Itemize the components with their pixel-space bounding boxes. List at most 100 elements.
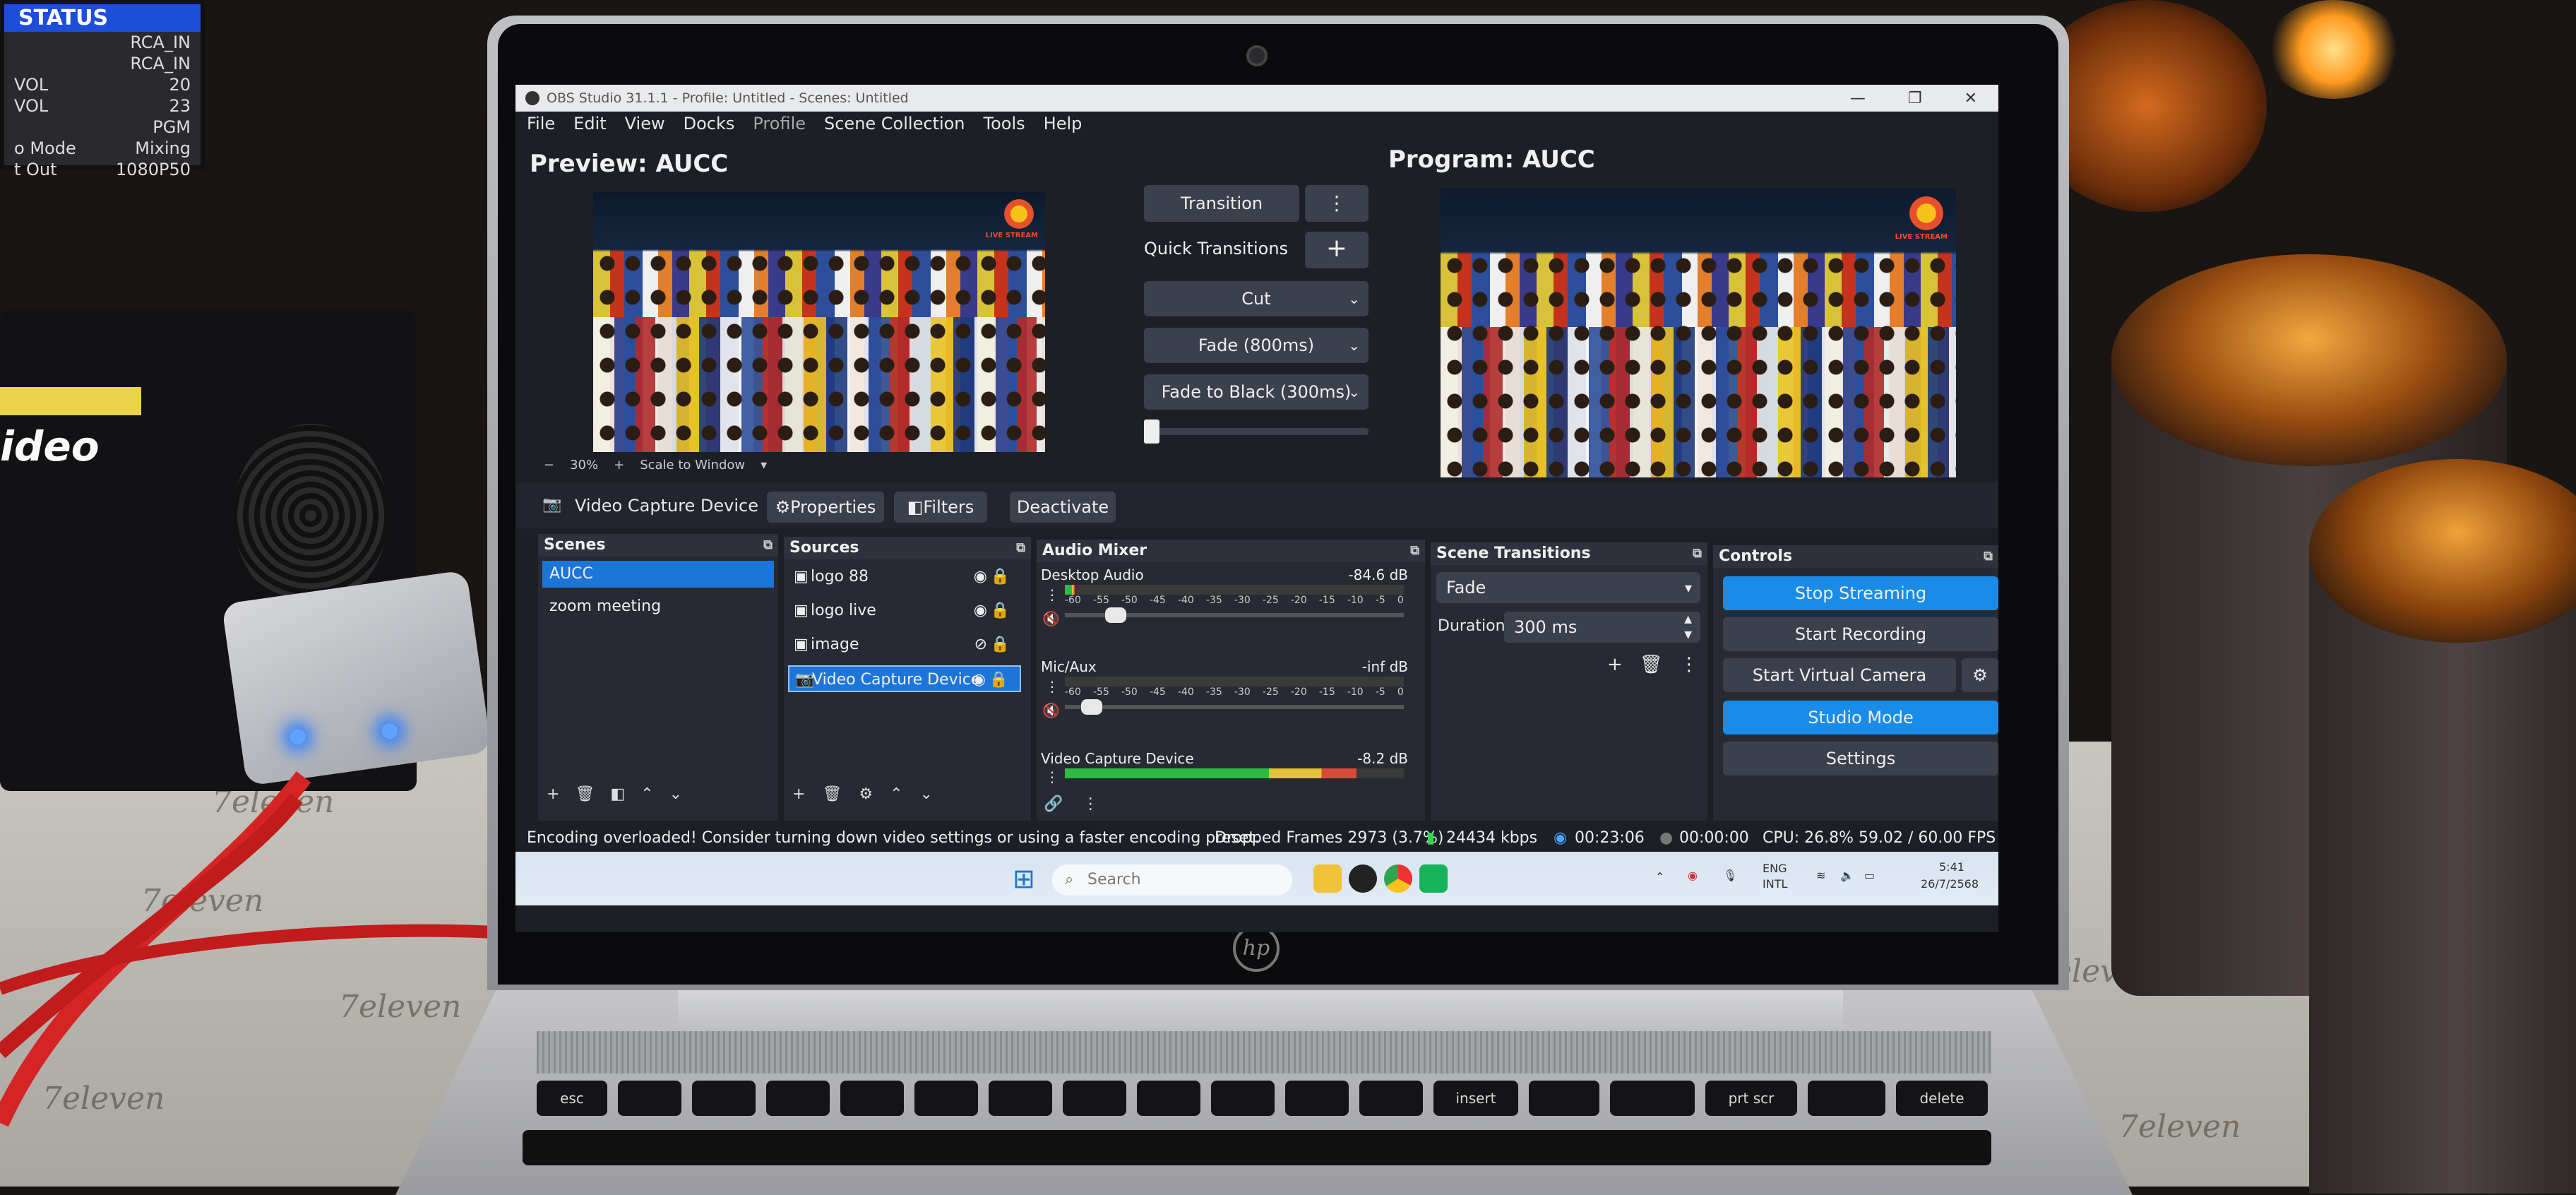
key[interactable] [1063,1081,1126,1116]
preview-canvas[interactable]: LIVE STREAM [593,192,1045,452]
key-prt-scr[interactable]: prt scr [1705,1081,1797,1116]
more-icon[interactable]: ⋮ [1305,185,1368,222]
add-transition-button[interactable]: + [1305,232,1368,268]
more-icon[interactable]: ⋮ [1045,768,1059,785]
key-delete[interactable]: delete [1896,1081,1988,1116]
microphone-icon[interactable]: 🎙 [1723,869,1737,882]
zoom-out-icon[interactable]: − [544,458,554,472]
key[interactable] [1808,1081,1885,1116]
source-item[interactable]: ▣ image ⊘ 🔒 [788,631,1021,658]
eye-icon[interactable]: ◉ [974,598,987,624]
obs-tray-icon[interactable]: ◉ [1688,869,1698,882]
source-item-selected[interactable]: 📷Video Capture Device ◉ 🔒 [788,665,1021,692]
lock-icon[interactable]: 🔒 [991,564,1010,590]
menu-view[interactable]: View [625,114,665,133]
chevron-up-icon[interactable]: ⌃ [1655,870,1664,884]
menu-edit[interactable]: Edit [573,114,606,133]
trash-icon[interactable]: 🗑 [575,785,595,803]
wifi-icon[interactable]: ≋ [1816,869,1825,882]
quick-transition-fade-black[interactable]: Fade to Black (300ms) ⌄ [1144,374,1368,410]
speaker-muted-icon[interactable]: 🔇 [1042,610,1060,627]
volume-fader[interactable] [1065,699,1404,715]
start-recording-button[interactable]: Start Recording [1723,617,1998,651]
trash-icon[interactable]: 🗑 [1640,654,1663,675]
line-icon[interactable] [1419,864,1448,893]
add-icon[interactable]: + [1607,654,1623,675]
chevron-down-icon[interactable]: ⌄ [920,785,933,803]
taskbar-search[interactable]: ⌕ Search [1052,864,1292,896]
lock-icon[interactable]: 🔒 [991,631,1010,658]
source-item[interactable]: ▣ logo 88 ◉ 🔒 [788,564,1021,590]
fader-knob[interactable] [1081,699,1103,715]
more-icon[interactable]: ⋮ [1083,795,1098,813]
volume-fader[interactable] [1065,607,1404,623]
transition-button[interactable]: Transition [1144,185,1299,222]
chevron-down-icon[interactable]: ▾ [761,458,767,472]
key-insert[interactable]: insert [1433,1081,1518,1116]
menu-scene-collection[interactable]: Scene Collection [824,114,965,133]
key[interactable] [1285,1081,1349,1116]
quick-transition-fade[interactable]: Fade (800ms) ⌄ [1144,328,1368,363]
key[interactable] [840,1081,904,1116]
battery-icon[interactable]: ▭ [1864,869,1875,882]
clock-time[interactable]: 5:41 [1939,860,1964,874]
chevron-up-icon[interactable]: ⌃ [640,785,653,803]
key[interactable] [989,1081,1052,1116]
scene-item-zoom-meeting[interactable]: zoom meeting [542,593,774,620]
dock-icon[interactable]: ⧉ [1693,542,1702,565]
dock-icon[interactable]: ⧉ [1984,545,1993,568]
gear-icon[interactable]: ⚙ [859,785,873,803]
key[interactable] [692,1081,756,1116]
transition-select[interactable]: Fade ▾ [1436,572,1700,603]
zoom-in-icon[interactable]: + [614,458,624,472]
chrome-icon[interactable] [1384,864,1412,893]
add-icon[interactable]: + [547,785,559,803]
menu-profile[interactable]: Profile [753,114,806,133]
key[interactable] [1211,1081,1275,1116]
eye-icon[interactable]: ◉ [974,564,987,590]
filters-button[interactable]: ◧Filters [894,492,987,523]
minimize-icon[interactable]: — [1850,90,1866,107]
file-explorer-icon[interactable] [1313,864,1342,893]
gear-icon[interactable]: ⚙ [1962,658,1998,692]
eye-icon[interactable]: ◉ [972,667,986,694]
add-icon[interactable]: + [792,785,805,803]
key[interactable] [1137,1081,1200,1116]
start-virtual-camera-button[interactable]: Start Virtual Camera [1723,658,1956,692]
lock-icon[interactable]: 🔒 [991,598,1010,624]
filter-icon[interactable]: ◧ [610,785,625,803]
key[interactable] [914,1081,978,1116]
source-item[interactable]: ▣ logo live ◉ 🔒 [788,598,1021,624]
deactivate-button[interactable]: Deactivate [1010,492,1116,523]
key-esc[interactable]: esc [537,1081,607,1116]
speaker-muted-icon[interactable]: 🔇 [1042,702,1060,719]
dock-icon[interactable]: ⧉ [1410,540,1419,562]
fader-knob[interactable] [1105,607,1126,623]
studio-mode-button[interactable]: Studio Mode [1723,701,1998,735]
windows-start-icon[interactable]: ⊞ [1013,863,1035,894]
menu-file[interactable]: File [527,114,555,133]
scene-item-aucc[interactable]: AUCC [542,561,774,588]
key[interactable] [766,1081,830,1116]
duration-spinbox[interactable]: 300 ms ▲ ▼ [1504,612,1700,643]
key[interactable] [618,1081,681,1116]
close-icon[interactable]: ✕ [1964,90,1977,107]
eye-hidden-icon[interactable]: ⊘ [974,631,987,658]
t-bar-handle[interactable] [1144,420,1159,444]
settings-button[interactable]: Settings [1723,742,1998,775]
link-icon[interactable]: 🔗 [1044,795,1063,813]
obs-taskbar-icon[interactable] [1349,864,1377,893]
lock-icon[interactable]: 🔒 [989,667,1008,694]
more-icon[interactable]: ⋮ [1680,654,1698,675]
language-layout[interactable]: INTL [1763,877,1787,891]
quick-transition-cut[interactable]: Cut ⌄ [1144,281,1368,316]
language-code[interactable]: ENG [1763,862,1787,875]
menu-tools[interactable]: Tools [984,114,1025,133]
menu-docks[interactable]: Docks [684,114,735,133]
maximize-icon[interactable]: ❐ [1908,90,1922,107]
trash-icon[interactable]: 🗑 [822,785,842,803]
menu-help[interactable]: Help [1044,114,1083,133]
scale-mode-select[interactable]: Scale to Window [640,458,745,472]
clock-date[interactable]: 26/7/2568 [1921,877,1979,891]
key[interactable] [1529,1081,1599,1116]
